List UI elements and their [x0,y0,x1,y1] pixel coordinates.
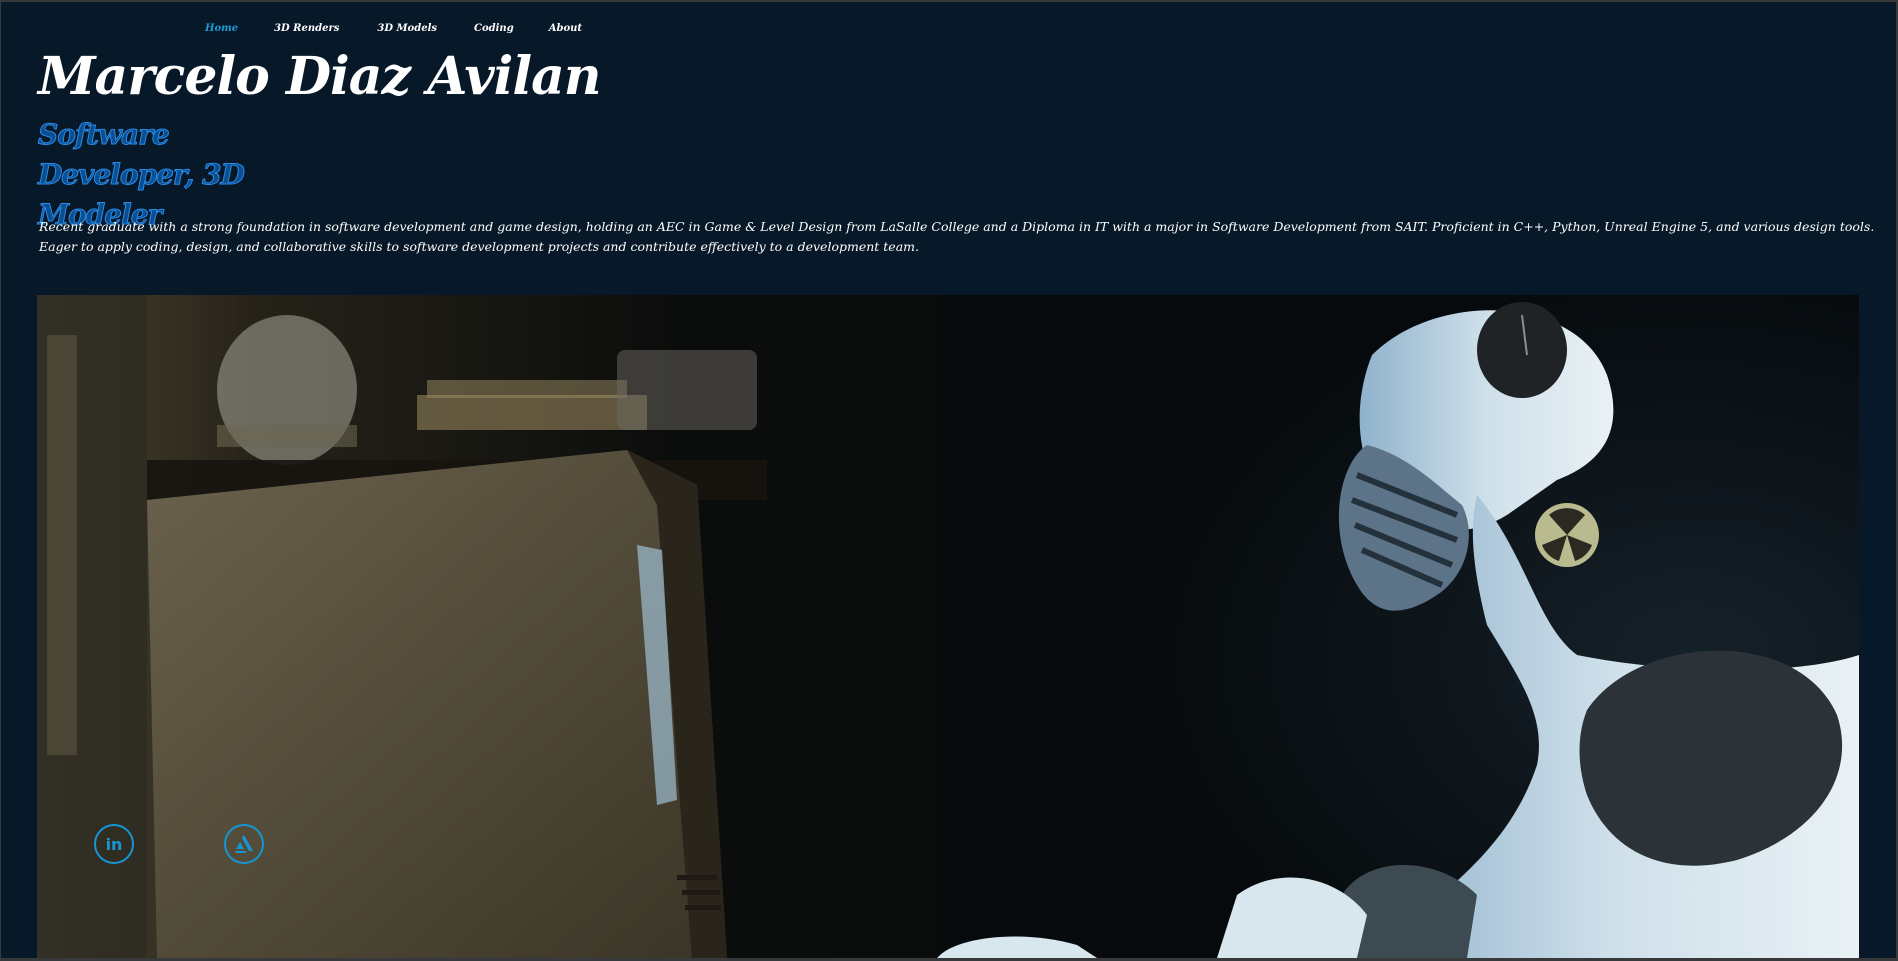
nav-home-link[interactable]: Home [205,23,238,34]
nav-3d-renders-link[interactable]: 3D Renders [274,23,339,34]
linkedin-link[interactable]: in [94,824,134,864]
nav-3d-models-link[interactable]: 3D Models [377,23,437,34]
artstation-icon [235,835,253,853]
page-title: Marcelo Diaz Avilan [38,46,602,107]
page: Home 3D Renders 3D Models Coding About M… [1,2,1896,958]
linkedin-icon: in [105,834,123,854]
nav-about-link[interactable]: About [549,23,582,34]
hero-illustration [37,295,1859,958]
artstation-link[interactable] [224,824,264,864]
hero-image: in [37,295,1859,958]
bio-paragraph: Recent graduate with a strong foundation… [39,219,1875,254]
main-nav: Home 3D Renders 3D Models Coding About [205,23,582,34]
nav-coding-link[interactable]: Coding [474,23,514,34]
